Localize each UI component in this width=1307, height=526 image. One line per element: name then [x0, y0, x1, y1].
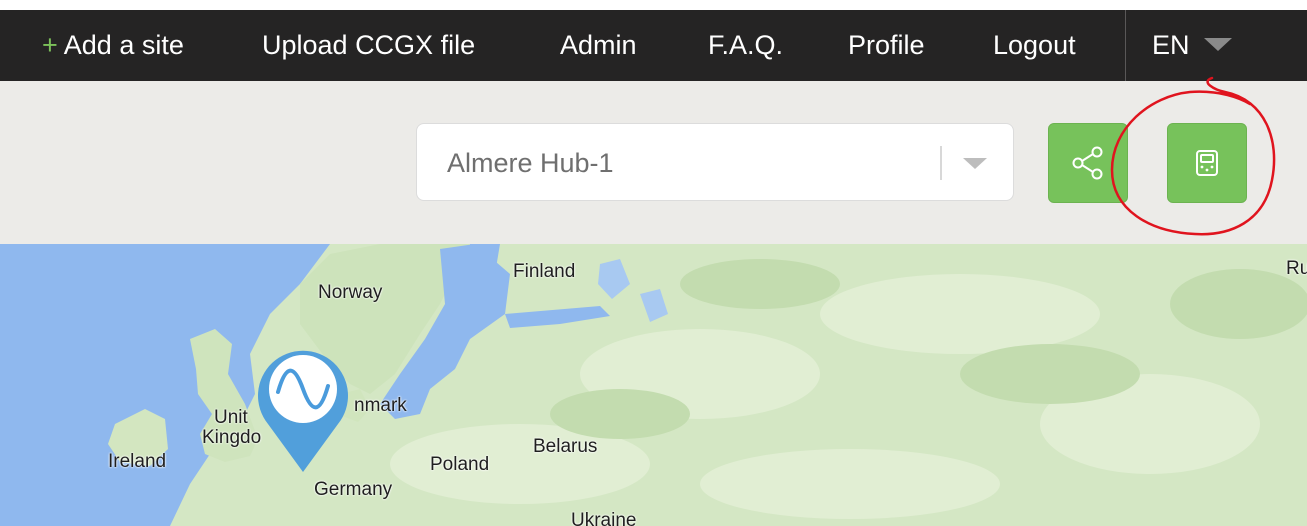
map-label-kingdom: Kingdo — [202, 427, 262, 448]
map-label-united: Unit — [214, 407, 248, 428]
select-separator — [940, 146, 942, 180]
map[interactable]: Finland Norway Ru nmark Unit Kingdo Irel… — [0, 244, 1307, 526]
share-button[interactable] — [1048, 123, 1128, 203]
map-label-finland: Finland — [513, 261, 576, 282]
language-label: EN — [1152, 30, 1190, 60]
profile-link[interactable]: Profile — [848, 10, 925, 81]
logout-link[interactable]: Logout — [993, 10, 1076, 81]
language-dropdown[interactable]: EN — [1152, 10, 1232, 81]
device-button[interactable] — [1167, 123, 1247, 203]
site-select[interactable]: Almere Hub-1 — [416, 123, 1014, 201]
sine-wave-marker-icon[interactable] — [248, 344, 358, 474]
chevron-down-icon — [1203, 38, 1232, 52]
map-label-ireland: Ireland — [108, 451, 167, 472]
plus-icon: + — [42, 30, 58, 60]
map-label-poland: Poland — [430, 454, 490, 475]
map-label-ukraine: Ukraine — [571, 510, 637, 526]
share-icon — [1072, 146, 1103, 180]
map-label-russia: Ru — [1286, 258, 1307, 279]
map-label-germany: Germany — [314, 479, 393, 500]
map-label-denmark: nmark — [354, 395, 407, 416]
add-site-link[interactable]: + Add a site — [42, 10, 184, 81]
top-nav: + Add a site Upload CCGX file Admin F.A.Q… — [0, 10, 1307, 81]
site-select-value: Almere Hub-1 — [447, 148, 614, 178]
admin-link[interactable]: Admin — [560, 10, 637, 81]
map-label-belarus: Belarus — [533, 436, 598, 457]
faq-link[interactable]: F.A.Q. — [708, 10, 783, 81]
nav-divider — [1125, 10, 1126, 81]
add-site-label: Add a site — [63, 30, 184, 60]
chevron-down-icon[interactable] — [963, 158, 987, 169]
map-label-norway: Norway — [318, 282, 383, 303]
upload-ccgx-link[interactable]: Upload CCGX file — [262, 10, 475, 81]
device-icon — [1196, 150, 1218, 176]
map-background — [0, 244, 1307, 526]
toolbar: Almere Hub-1 — [0, 81, 1307, 244]
